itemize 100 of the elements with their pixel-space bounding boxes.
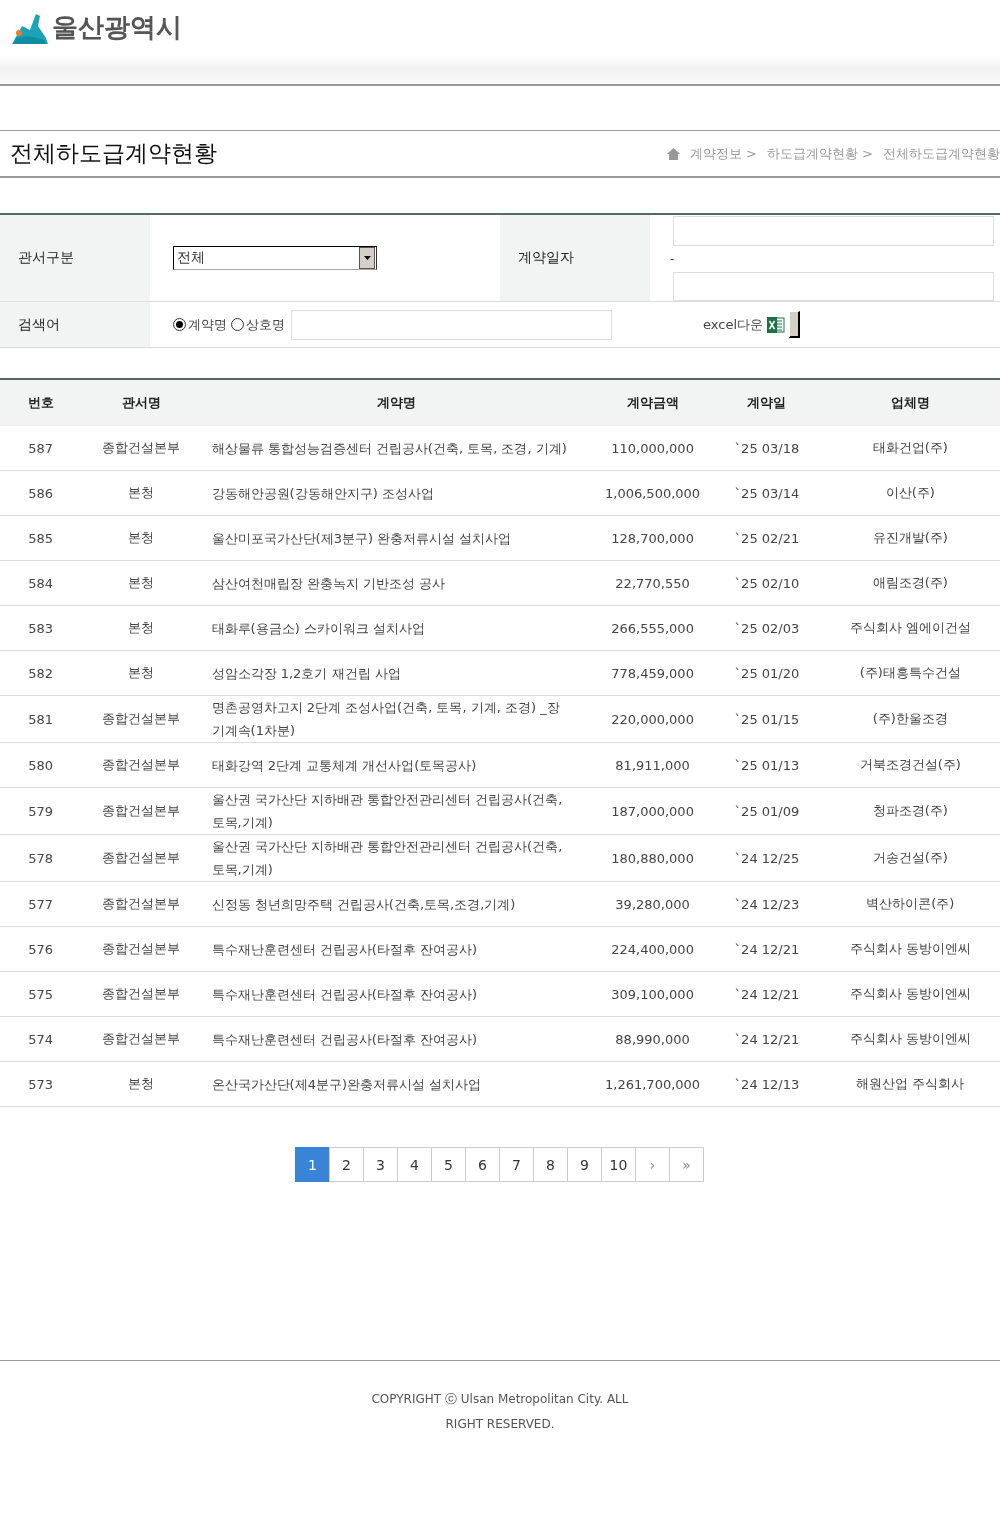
table-cell: `25 03/14	[713, 470, 821, 516]
page-button[interactable]: 8	[533, 1147, 568, 1182]
table-cell: 1,261,700,000	[591, 1061, 714, 1107]
table-cell: `25 01/13	[713, 742, 821, 788]
table-cell: `25 02/10	[713, 560, 821, 606]
table-cell: (주)태흥특수건설	[820, 650, 1000, 696]
contract-name-link[interactable]: 명촌공영차고지 2단계 조성사업(건축, 토목, 기계, 조경) _장기계속(1차분)	[201, 695, 592, 743]
table-cell: 128,700,000	[591, 515, 714, 561]
table-cell: 575	[0, 971, 82, 1017]
table-cell: 581	[0, 695, 82, 743]
office-select[interactable]: 전체	[173, 246, 377, 270]
table-cell: 종합건설본부	[81, 787, 202, 835]
table-cell: 애림조경(주)	[820, 560, 1000, 606]
contract-name-link[interactable]: 울산미포국가산단(제3분구) 완충저류시설 설치사업	[201, 515, 592, 561]
table-cell: 종합건설본부	[81, 881, 202, 927]
contract-name-link[interactable]: 해상물류 통합성능검증센터 건립공사(건축, 토목, 조경, 기계)	[201, 426, 592, 471]
contract-name-link[interactable]: 강동해안공원(강동해안지구) 조성사업	[201, 470, 592, 516]
contract-name-link[interactable]: 태화강역 2단계 교통체계 개선사업(토목공사)	[201, 742, 592, 788]
table-cell: 309,100,000	[591, 971, 714, 1017]
table-cell: 574	[0, 1016, 82, 1062]
page-button[interactable]: 9	[567, 1147, 602, 1182]
contract-name-link[interactable]: 특수재난훈련센터 건립공사(타절후 잔여공사)	[201, 971, 592, 1017]
table-cell: `25 03/18	[713, 426, 821, 471]
table-cell: 573	[0, 1061, 82, 1107]
table-cell: 거송건설(주)	[820, 834, 1000, 882]
table-cell: 주식회사 동방이엔씨	[820, 1016, 1000, 1062]
radio-option[interactable]: 계약명	[173, 315, 227, 334]
page-button[interactable]: 3	[363, 1147, 398, 1182]
contract-name-link[interactable]: 온산국가산단(제4분구)완충저류시설 설치사업	[201, 1061, 592, 1107]
table-cell: `24 12/13	[713, 1061, 821, 1107]
end-date-field[interactable]	[673, 271, 994, 301]
contract-name-link[interactable]: 특수재난훈련센터 건립공사(타절후 잔여공사)	[201, 1016, 592, 1062]
table-cell: 본청	[81, 560, 202, 606]
page-button[interactable]: 1	[295, 1147, 330, 1182]
contract-name-link[interactable]: 신정동 청년희망주택 건립공사(건축,토목,조경,기계)	[201, 881, 592, 927]
table-cell: 종합건설본부	[81, 1016, 202, 1062]
next-page-button[interactable]: ›	[635, 1147, 670, 1182]
table-cell: 태화건업(주)	[820, 426, 1000, 471]
table-cell: 180,880,000	[591, 834, 714, 882]
page-button[interactable]: 6	[465, 1147, 500, 1182]
table-cell: 주식회사 엠에이건설	[820, 605, 1000, 651]
last-page-button[interactable]: »	[669, 1147, 704, 1182]
column-header: 관서명	[81, 379, 202, 426]
copyright-text: COPYRIGHT ⓒ Ulsan Metropolitan City. ALL RIGHT RESERVED.	[370, 1391, 630, 1433]
home-icon[interactable]	[666, 147, 680, 160]
start-date-field[interactable]	[673, 216, 994, 246]
page-button[interactable]: 5	[431, 1147, 466, 1182]
page-button[interactable]: 10	[601, 1147, 636, 1182]
column-header: 계약금액	[591, 379, 714, 426]
table-cell: 81,911,000	[591, 742, 714, 788]
table-cell: 577	[0, 881, 82, 927]
excel-download-label[interactable]: excel다운	[703, 315, 763, 334]
contract-name-link[interactable]: 특수재난훈련센터 건립공사(타절후 잔여공사)	[201, 926, 592, 972]
table-cell: 585	[0, 515, 82, 561]
column-header: 업체명	[820, 379, 1000, 426]
table-cell: 주식회사 동방이엔씨	[820, 926, 1000, 972]
table-cell: `25 02/03	[713, 605, 821, 651]
table-cell: 110,000,000	[591, 426, 714, 471]
contract-name-link[interactable]: 태화루(용금소) 스카이워크 설치사업	[201, 605, 592, 651]
table-cell: (주)한울조경	[820, 695, 1000, 743]
table-cell: 576	[0, 926, 82, 972]
column-header: 번호	[0, 379, 82, 426]
table-cell: 587	[0, 426, 82, 471]
table-cell: 종합건설본부	[81, 926, 202, 972]
table-cell: 본청	[81, 650, 202, 696]
contract-name-link[interactable]: 성암소각장 1,2호기 재건립 사업	[201, 650, 592, 696]
page-button[interactable]: 4	[397, 1147, 432, 1182]
contract-name-link[interactable]: 울산권 국가산단 지하배관 통합안전관리센터 건립공사(건축,토목,기계)	[201, 834, 592, 882]
logo-text[interactable]: 울산광역시	[52, 10, 182, 45]
download-button[interactable]	[789, 311, 800, 338]
contract-name-link[interactable]: 울산권 국가산단 지하배관 통합안전관리센터 건립공사(건축,토목,기계)	[201, 787, 592, 835]
field-label: 검색어	[0, 302, 150, 347]
table-cell: 88,990,000	[591, 1016, 714, 1062]
contract-name-link[interactable]: 삼산여천매립장 완충녹지 기반조성 공사	[201, 560, 592, 606]
page-button[interactable]: 2	[329, 1147, 364, 1182]
table-cell: 1,006,500,000	[591, 470, 714, 516]
logo-icon	[10, 11, 48, 44]
table-cell: 본청	[81, 1061, 202, 1107]
column-header: 계약일	[713, 379, 821, 426]
table-cell: `25 01/15	[713, 695, 821, 743]
page-title: 전체하도급계약현황	[9, 139, 217, 168]
radio-option[interactable]: 상호명	[231, 315, 285, 334]
table-cell: `24 12/21	[713, 1016, 821, 1062]
table-cell: `25 01/20	[713, 650, 821, 696]
table-cell: 종합건설본부	[81, 971, 202, 1017]
table-cell: 580	[0, 742, 82, 788]
date-separator: -	[670, 250, 676, 268]
spreadsheet-icon[interactable]	[767, 315, 785, 334]
search-field[interactable]	[291, 309, 612, 340]
table-cell: 본청	[81, 515, 202, 561]
table-cell: 주식회사 동방이엔씨	[820, 971, 1000, 1017]
table-cell: `24 12/21	[713, 926, 821, 972]
table-cell: 종합건설본부	[81, 834, 202, 882]
table-cell: 220,000,000	[591, 695, 714, 743]
page-button[interactable]: 7	[499, 1147, 534, 1182]
table-cell: 본청	[81, 470, 202, 516]
table-cell: 578	[0, 834, 82, 882]
table-cell: 586	[0, 470, 82, 516]
table-cell: 778,459,000	[591, 650, 714, 696]
table-cell: 종합건설본부	[81, 426, 202, 471]
